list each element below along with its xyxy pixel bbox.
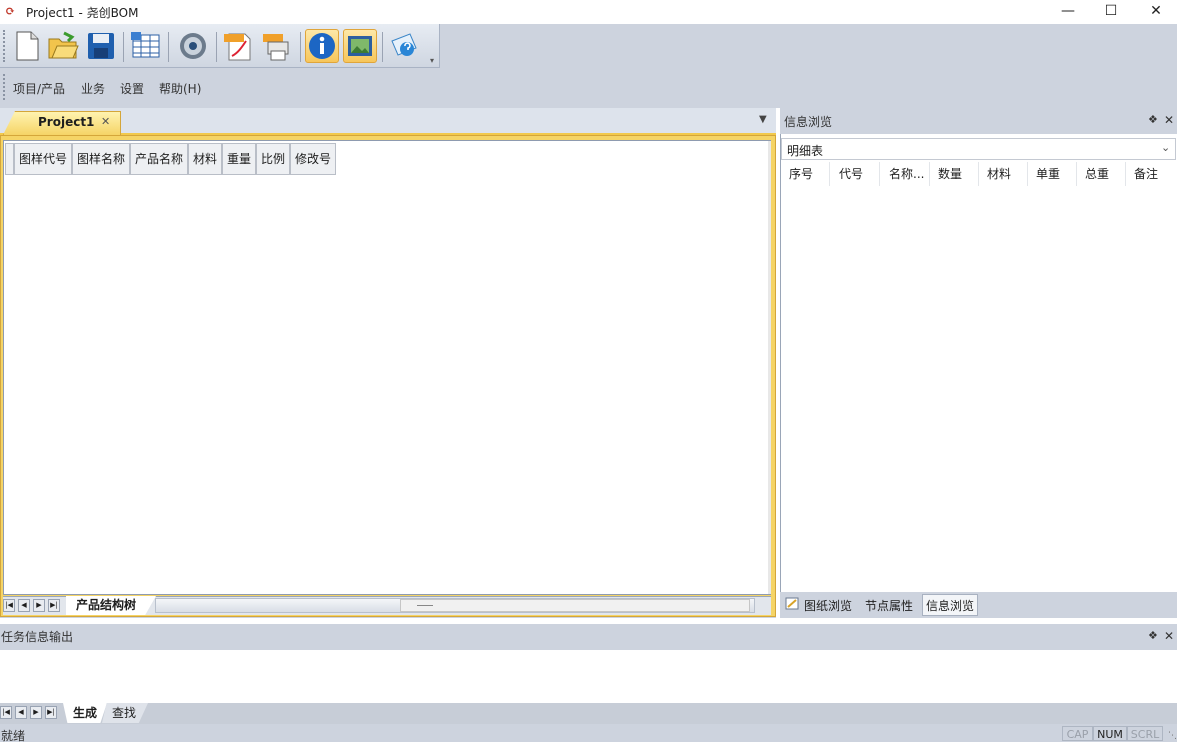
grid-vertical-edge [768,141,771,594]
toolbar-separator [168,32,169,62]
close-button[interactable]: ✕ [1133,0,1177,24]
list-column-header[interactable]: 名称... [881,162,930,186]
table-export-icon [131,32,160,58]
list-column-header[interactable]: 单重 [1028,162,1077,186]
menu-grip [3,74,5,100]
toolbar-separator [300,32,301,62]
list-column-header[interactable]: 总重 [1077,162,1126,186]
drawing-browse-icon [785,597,799,610]
first-sheet-icon[interactable]: |◀ [3,599,15,612]
menu-business[interactable]: 业务 [81,80,105,97]
list-column-header[interactable]: 代号 [831,162,880,186]
save-button[interactable] [84,29,118,63]
last-sheet-icon[interactable]: ▶| [45,706,57,719]
sheet-tab-product-tree[interactable]: 产品结构树 [66,596,156,615]
list-column-header[interactable]: 序号 [781,162,830,186]
next-sheet-icon[interactable]: ▶ [30,706,42,719]
open-folder-icon [48,31,79,59]
column-header[interactable]: 比例 [256,143,290,175]
panel-title: 信息浏览 [784,115,833,129]
prev-sheet-icon[interactable]: ◀ [18,599,30,612]
save-icon [88,33,114,59]
settings-disc-icon [180,33,206,59]
first-sheet-icon[interactable]: |◀ [0,706,12,719]
column-header[interactable]: 材料 [188,143,222,175]
caps-lock-indicator: CAP [1062,726,1093,741]
detail-type-select-value: 明细表 [787,144,824,158]
help-button[interactable] [388,29,422,63]
horizontal-scroll-thumb[interactable] [400,599,750,612]
output-tab-bar [0,703,1177,724]
column-header[interactable]: 产品名称 [130,143,188,175]
panel-header [780,108,1177,134]
window-title: Project1 - 尧创BOM [26,6,139,20]
maximize-button[interactable]: ☐ [1088,0,1134,24]
info-icon [309,33,335,59]
tab-project1-label: Project1 [38,115,95,129]
toolbar-grip[interactable] [3,30,5,62]
next-sheet-icon[interactable]: ▶ [33,599,45,612]
bom-grid[interactable] [3,140,771,595]
num-lock-indicator: NUM [1093,726,1127,741]
output-log[interactable] [0,650,1177,703]
scroll-thumb-grip [417,605,433,606]
list-column-header[interactable]: 材料 [979,162,1028,186]
last-sheet-icon[interactable]: ▶| [48,599,60,612]
status-bar [0,724,1177,742]
menu-help[interactable]: 帮助(H) [159,80,201,97]
tab-close-icon[interactable]: ✕ [101,115,110,128]
menu-settings[interactable]: 设置 [120,80,144,97]
table-export-button[interactable] [129,29,163,63]
pin-icon[interactable]: ❖ [1148,113,1158,126]
plt-print-icon [263,34,289,61]
plt-print-button[interactable] [261,29,295,63]
detail-type-select[interactable] [781,138,1176,160]
toolbar-separator [123,32,124,62]
toolbar-separator [382,32,383,62]
panel-close-icon[interactable]: ✕ [1164,113,1174,127]
pin-icon[interactable]: ❖ [1148,629,1158,642]
tab-node-properties[interactable]: 节点属性 [865,597,913,614]
help-icon [391,33,417,56]
chevron-down-icon[interactable]: ⌄ [1161,141,1170,154]
column-header[interactable]: 修改号 [290,143,336,175]
column-header[interactable]: 图样名称 [72,143,130,175]
menu-project-product[interactable]: 项目/产品 [13,80,65,97]
list-column-header[interactable]: 备注 [1126,162,1175,186]
grid-row-header-corner[interactable] [5,143,14,175]
tab-info-browse[interactable]: 信息浏览 [926,597,974,614]
minimize-button[interactable]: — [1045,0,1091,24]
pdf-export-button[interactable] [222,29,256,63]
output-panel-header [0,624,1177,650]
panel-close-icon[interactable]: ✕ [1164,629,1174,643]
new-file-icon [16,31,39,61]
tab-generate[interactable]: 生成 [63,703,107,723]
tab-drawing-browse[interactable]: 图纸浏览 [804,597,852,614]
open-button[interactable] [46,29,80,63]
tab-list-dropdown-icon[interactable]: ▼ [759,114,767,125]
toolbar-separator [216,32,217,62]
list-column-header[interactable]: 数量 [930,162,979,186]
column-header[interactable]: 图样代号 [14,143,72,175]
status-text: 就绪 [1,729,26,743]
image-view-icon [348,36,372,56]
image-view-button[interactable] [343,29,377,63]
pdf-export-icon [224,33,251,61]
scroll-lock-indicator: SCRL [1127,726,1163,741]
prev-sheet-icon[interactable]: ◀ [15,706,27,719]
column-header[interactable]: 重量 [222,143,256,175]
toolbar-overflow-icon[interactable]: ▾ [430,56,434,65]
resize-grip-icon[interactable]: ⋱ [1168,731,1177,741]
output-panel-title: 任务信息输出 [1,630,74,644]
app-logo-icon: ⟳ [5,4,16,18]
settings-button[interactable] [176,29,210,63]
title-bar [0,0,1177,24]
new-file-button[interactable] [10,29,44,63]
info-button[interactable] [305,29,339,63]
